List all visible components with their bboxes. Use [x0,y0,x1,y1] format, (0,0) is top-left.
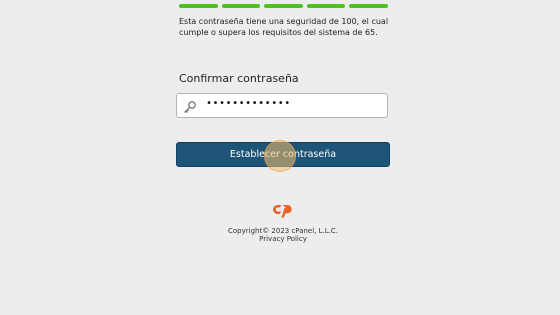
strength-segment [306,4,346,8]
confirm-password-value: ••••••••••••• [206,98,291,109]
confirm-password-label: Confirmar contraseña [179,72,299,85]
strength-segment [264,4,303,8]
copyright-text: Copyright© 2023 cPanel, L.L.C. [227,227,338,235]
set-password-panel: Esta contraseña tiene una seguridad de 1… [0,0,560,315]
password-strength-message: Esta contraseña tiene una seguridad de 1… [179,17,389,38]
strength-segment [221,4,261,8]
password-strength-meter [179,4,388,8]
strength-segment [349,4,388,8]
privacy-policy-link[interactable]: Privacy Policy [0,235,560,243]
strength-segment [179,4,218,8]
confirm-password-field[interactable]: ••••••••••••• [176,93,388,118]
key-icon [183,99,197,114]
cpanel-logo-icon [272,202,294,218]
click-indicator [264,140,296,172]
